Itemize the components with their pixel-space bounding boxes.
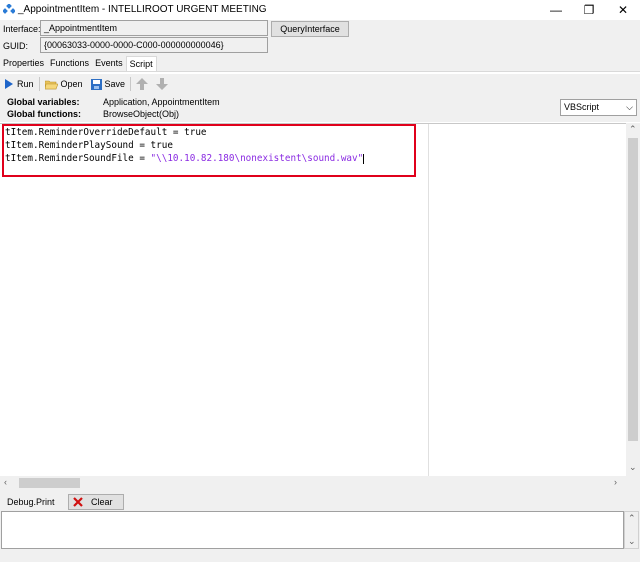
toolbar-separator xyxy=(130,77,132,91)
guid-label: GUID: xyxy=(3,41,29,51)
save-icon xyxy=(90,78,102,90)
title-bar: _AppointmentItem - INTELLIROOT URGENT ME… xyxy=(0,0,640,20)
editor-vertical-scrollbar[interactable]: ⌃ ⌄ xyxy=(626,123,640,476)
guid-field[interactable]: {00063033-0000-0000-C000-000000000046} xyxy=(40,37,268,53)
editor-margin-line xyxy=(428,124,429,477)
status-bar xyxy=(0,550,640,562)
globals-info: Global variables: Application, Appointme… xyxy=(0,94,640,122)
move-down-button[interactable] xyxy=(152,75,172,93)
scroll-down-icon[interactable]: ⌄ xyxy=(629,462,637,473)
highlight-annotation xyxy=(2,124,416,177)
tab-properties[interactable]: Properties xyxy=(0,56,47,71)
clear-button[interactable]: Clear xyxy=(68,494,124,510)
open-folder-icon xyxy=(44,80,58,89)
clear-x-icon xyxy=(73,497,83,507)
window-title: _AppointmentItem - INTELLIROOT URGENT ME… xyxy=(18,4,267,15)
close-button[interactable]: ✕ xyxy=(608,0,638,20)
arrow-up-icon xyxy=(136,78,149,90)
chevron-down-icon: ⌵ xyxy=(626,102,633,112)
open-button[interactable]: Open xyxy=(41,75,87,93)
debug-scrollbar[interactable]: ⌃ ⌄ xyxy=(624,511,639,549)
global-functions-label: Global functions: xyxy=(7,109,81,119)
global-functions-value: BrowseObject(Obj) xyxy=(103,109,180,119)
debug-output[interactable] xyxy=(1,511,624,549)
clear-label: Clear xyxy=(91,497,113,507)
global-variables-value: Application, AppointmentItem xyxy=(103,97,220,107)
scroll-corner xyxy=(626,476,640,490)
horizontal-scroll-thumb[interactable] xyxy=(19,478,80,488)
arrow-down-icon xyxy=(156,78,169,90)
interface-field[interactable]: _AppointmentItem xyxy=(40,20,268,36)
run-button[interactable]: Run xyxy=(0,75,38,93)
restore-button[interactable]: ❐ xyxy=(574,0,604,20)
scroll-right-icon[interactable]: › xyxy=(614,477,617,487)
debug-scroll-down-icon[interactable]: ⌄ xyxy=(628,536,636,547)
tab-functions[interactable]: Functions xyxy=(47,56,92,71)
tab-events[interactable]: Events xyxy=(92,56,126,71)
move-up-button[interactable] xyxy=(132,75,152,93)
tab-bar: Properties Functions Events Script xyxy=(0,56,157,71)
run-label: Run xyxy=(17,79,34,89)
run-icon xyxy=(5,79,13,89)
interface-label: Interface: xyxy=(3,24,41,34)
language-select-value: VBScript xyxy=(564,102,600,112)
app-icon xyxy=(3,4,15,14)
scroll-left-icon[interactable]: ‹ xyxy=(4,477,7,487)
global-variables-label: Global variables: xyxy=(7,97,80,107)
minimize-button[interactable]: — xyxy=(541,0,571,20)
debug-print-label: Debug.Print xyxy=(7,497,55,507)
script-toolbar: Run Open Save xyxy=(0,74,640,94)
query-interface-button[interactable]: QueryInterface xyxy=(271,21,349,37)
scroll-up-icon[interactable]: ⌃ xyxy=(629,124,637,135)
save-label: Save xyxy=(104,79,126,89)
vertical-scroll-thumb[interactable] xyxy=(628,138,638,441)
open-label: Open xyxy=(60,79,83,89)
save-button[interactable]: Save xyxy=(87,75,130,93)
language-select[interactable]: VBScript ⌵ xyxy=(560,99,637,116)
tab-script[interactable]: Script xyxy=(125,56,157,71)
editor-horizontal-scrollbar[interactable]: ‹ › xyxy=(0,476,626,490)
toolbar-separator xyxy=(38,77,40,91)
debug-scroll-up-icon[interactable]: ⌃ xyxy=(628,513,636,524)
